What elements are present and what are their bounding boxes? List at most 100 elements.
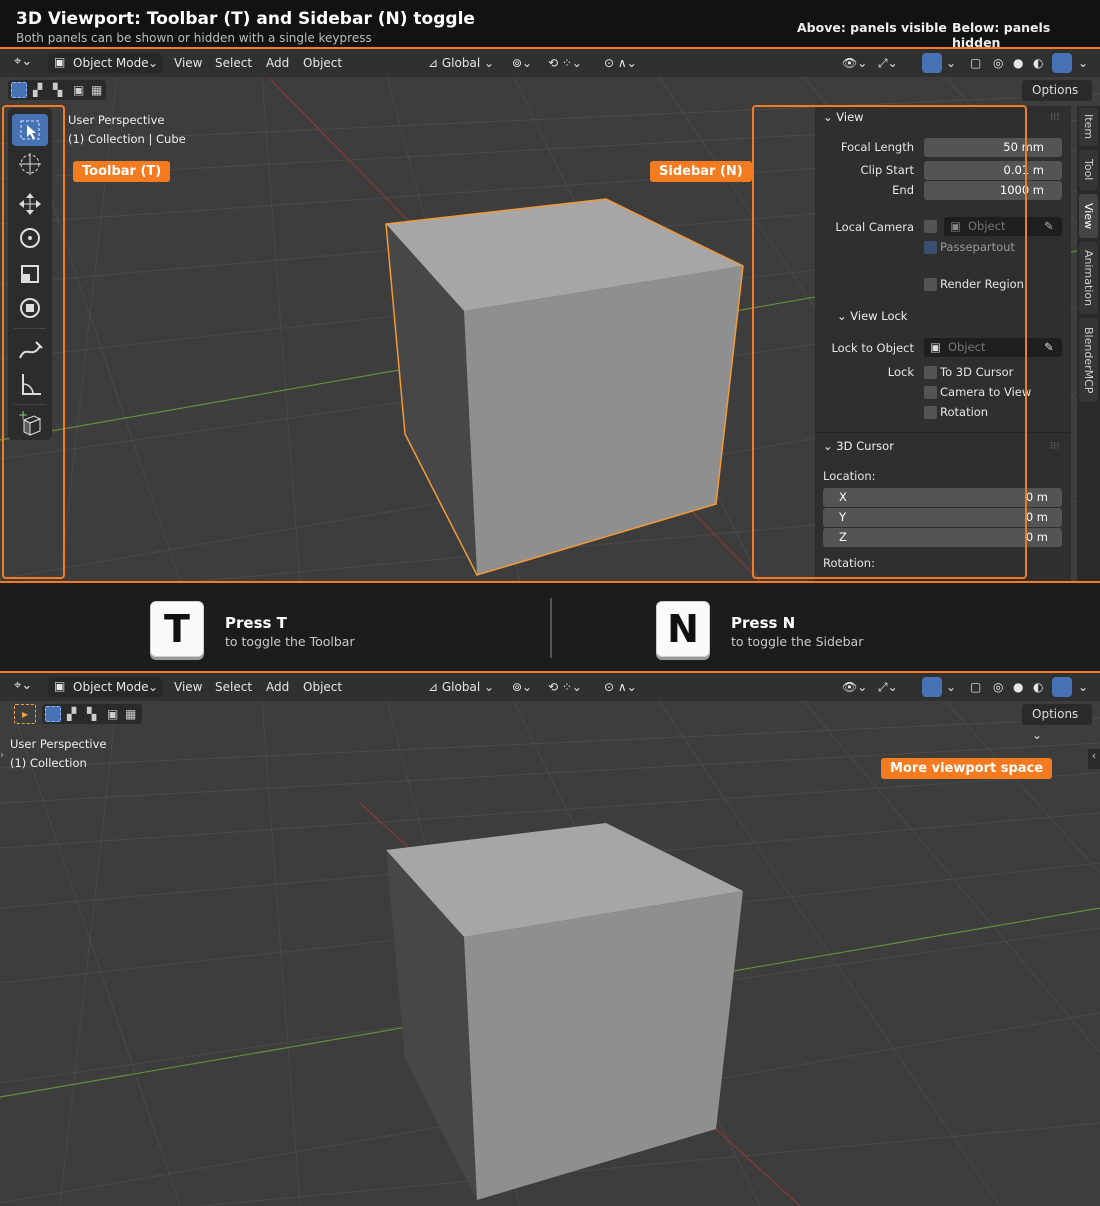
rendered-shading-icon[interactable] (1052, 53, 1072, 73)
t-key-subtitle: to toggle the Toolbar (225, 634, 355, 649)
menu-add[interactable]: Add (266, 680, 289, 694)
proportional-edit-icon[interactable]: ⊙ ∧⌄ (604, 680, 637, 694)
mode-dropdown[interactable]: ▣ Object Mode ⌄ (48, 53, 162, 73)
select-intersect-icon[interactable]: ▦ (125, 707, 136, 721)
select-subtract-icon[interactable]: ▚ (53, 83, 62, 97)
visibility-icon[interactable]: 👁⌄ (842, 56, 867, 70)
n-key-subtitle: to toggle the Sidebar (731, 634, 864, 649)
material-shading-icon[interactable]: ◐ (1033, 56, 1043, 70)
editor-type-icon[interactable]: ⌖⌄ (14, 678, 32, 693)
pivot-icon[interactable]: ⊚⌄ (512, 56, 532, 70)
title-bar: 3D Viewport: Toolbar (T) and Sidebar (N)… (0, 0, 1100, 50)
menu-add[interactable]: Add (266, 56, 289, 70)
solid-shading-icon[interactable]: ● (1013, 680, 1023, 694)
mode-icon: ▣ (54, 679, 66, 693)
gizmo-icon[interactable]: ⤢⌄ (878, 56, 898, 71)
menu-object[interactable]: Object (303, 56, 342, 70)
editor-type-icon[interactable]: ⌖⌄ (14, 54, 32, 69)
bottom-viewport[interactable]: ⌖⌄ ▣ Object Mode ⌄ View Select Add Objec… (0, 673, 1100, 1206)
material-shading-icon[interactable]: ◐ (1033, 680, 1043, 694)
sidebar-callout: Sidebar (N) (650, 161, 752, 182)
pivot-icon[interactable]: ⊚⌄ (512, 680, 532, 694)
page-title: 3D Viewport: Toolbar (T) and Sidebar (N)… (16, 9, 475, 29)
rendered-shading-icon[interactable] (1052, 677, 1072, 697)
viewport-grid (0, 673, 1100, 1206)
xray-icon[interactable]: ▢ (970, 680, 981, 694)
snap-icon[interactable]: ⟲ ⁘⌄ (548, 680, 582, 694)
overlay-icon[interactable] (922, 677, 942, 697)
orientation-dropdown[interactable]: ⊿ Global ⌄ (428, 56, 494, 70)
perspective-label: User Perspective (68, 113, 165, 127)
mode-label: Object Mode (73, 56, 149, 70)
gizmo-icon[interactable]: ⤢⌄ (878, 680, 898, 695)
selection-mode-group[interactable]: ▞ ▚ ▣ ▦ (42, 704, 142, 724)
options-label: Options (1032, 83, 1079, 97)
selection-mode-group[interactable]: ▞ ▚ ▣ ▦ (8, 80, 106, 100)
divider (0, 581, 1100, 583)
menu-object[interactable]: Object (303, 680, 342, 694)
select-invert-icon[interactable]: ▣ (107, 707, 118, 721)
collection-label: (1) Collection | Cube (68, 132, 186, 146)
key-divider (550, 598, 552, 658)
overlay-dropdown-icon[interactable]: ⌄ (946, 56, 956, 70)
tab-blendermcp[interactable]: BlenderMCP (1079, 318, 1098, 402)
orientation-dropdown[interactable]: ⊿ Global ⌄ (428, 680, 494, 694)
orientation-label: Global (441, 56, 481, 70)
xray-icon[interactable]: ▢ (970, 56, 981, 70)
viewport-space-callout: More viewport space (881, 758, 1053, 779)
active-tool-icon[interactable]: ▸ (14, 704, 36, 724)
menu-select[interactable]: Select (215, 56, 252, 70)
tab-tool[interactable]: Tool (1079, 150, 1098, 190)
tool-settings-row: ▞ ▚ ▣ ▦ Options ⌄ (0, 77, 1100, 118)
shading-dropdown-icon[interactable]: ⌄ (1078, 56, 1088, 70)
panel-grip-icon[interactable]: ⁝⁝⁝ (1050, 112, 1060, 123)
select-intersect-icon[interactable]: ▦ (91, 83, 102, 97)
n-key-title: Press N (731, 614, 796, 632)
overlay-dropdown-icon[interactable]: ⌄ (946, 680, 956, 694)
wireframe-shading-icon[interactable]: ◎ (993, 680, 1003, 694)
overlay-icon[interactable] (922, 53, 942, 73)
tool-settings-row: ▸ ▞ ▚ ▣ ▦ Options ⌄ (0, 701, 1100, 742)
tab-view[interactable]: View (1079, 194, 1098, 238)
select-invert-icon[interactable]: ▣ (73, 83, 84, 97)
toolbar-callout: Toolbar (T) (73, 161, 171, 182)
sidebar-highlight (752, 105, 1027, 579)
proportional-edit-icon[interactable]: ⊙ ∧⌄ (604, 56, 637, 70)
chevron-down-icon: ⌄ (148, 56, 159, 70)
cursor-z-value: 0 m (1025, 530, 1048, 544)
tab-item[interactable]: Item (1079, 108, 1098, 146)
eyedropper-icon[interactable]: ✎ (1044, 217, 1054, 236)
select-new-icon[interactable] (45, 706, 61, 722)
select-extend-icon[interactable]: ▞ (67, 707, 76, 721)
menu-view[interactable]: View (174, 56, 202, 70)
snap-icon[interactable]: ⟲ ⁘⌄ (548, 56, 582, 70)
collection-label: (1) Collection (10, 756, 87, 770)
mode-icon: ▣ (54, 55, 66, 69)
select-new-icon[interactable] (11, 82, 27, 98)
mode-label: Object Mode (73, 680, 149, 694)
options-button[interactable]: Options ⌄ (1022, 80, 1092, 118)
visibility-icon[interactable]: 👁⌄ (842, 680, 867, 694)
shading-dropdown-icon[interactable]: ⌄ (1078, 680, 1088, 694)
panel-grip-icon[interactable]: ⁝⁝⁝ (1050, 441, 1060, 452)
top-viewport[interactable]: ⌖⌄ ▣ Object Mode ⌄ View Select Add Objec… (0, 49, 1100, 581)
select-extend-icon[interactable]: ▞ (33, 83, 42, 97)
eyedropper-icon[interactable]: ✎ (1044, 338, 1054, 357)
expand-sidebar-icon[interactable]: ‹ (1088, 749, 1100, 769)
sidebar-tabs: Item Tool View Animation BlenderMCP (1077, 106, 1100, 581)
expand-toolbar-icon[interactable]: › (0, 750, 4, 761)
wireframe-shading-icon[interactable]: ◎ (993, 56, 1003, 70)
viewport-header: ⌖⌄ ▣ Object Mode ⌄ View Select Add Objec… (0, 673, 1100, 701)
options-button[interactable]: Options ⌄ (1022, 704, 1092, 742)
select-subtract-icon[interactable]: ▚ (87, 707, 96, 721)
t-key-icon: T (150, 601, 204, 657)
toolbar-highlight (2, 105, 65, 579)
solid-shading-icon[interactable]: ● (1013, 56, 1023, 70)
orientation-icon: ⊿ (428, 680, 442, 694)
mode-dropdown[interactable]: ▣ Object Mode ⌄ (48, 677, 162, 697)
menu-view[interactable]: View (174, 680, 202, 694)
menu-select[interactable]: Select (215, 680, 252, 694)
tab-animation[interactable]: Animation (1079, 242, 1098, 314)
below-label: Below: panels hidden (952, 20, 1051, 50)
orientation-icon: ⊿ (428, 56, 442, 70)
